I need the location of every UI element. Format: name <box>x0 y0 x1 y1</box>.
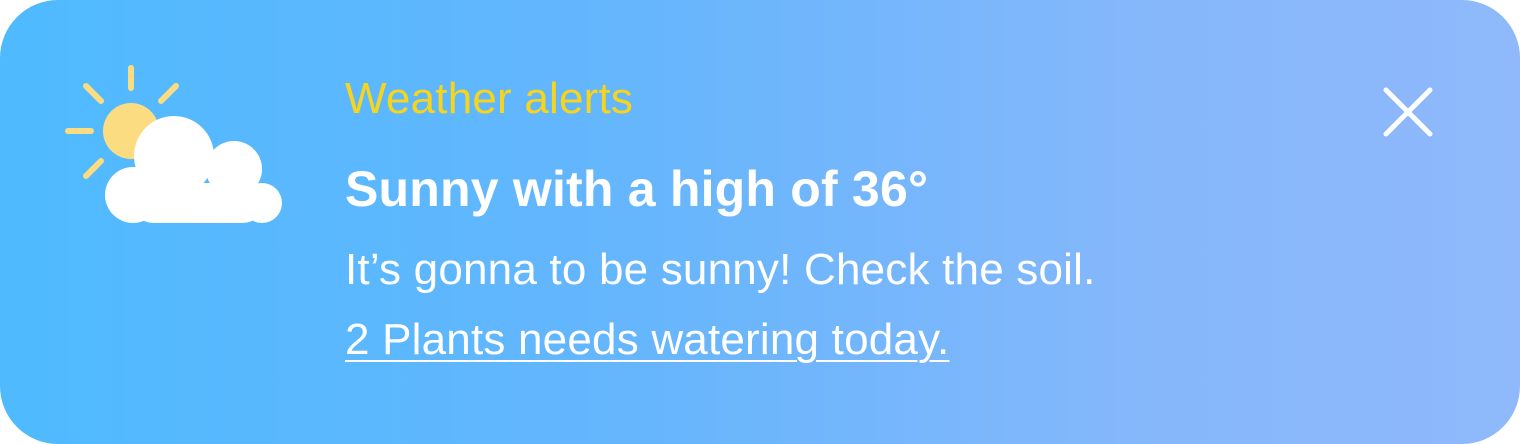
plants-watering-link[interactable]: 2 Plants needs watering today. <box>345 312 949 368</box>
alert-message: It’s gonna to be sunny! Check the soil. <box>345 245 1096 294</box>
alert-category-label: Weather alerts <box>345 74 634 123</box>
notification-content: Weather alerts Sunny with a high of 36° … <box>345 70 1305 368</box>
sun-behind-cloud-icon <box>65 65 282 223</box>
close-icon[interactable] <box>1376 80 1440 144</box>
weather-alert-notification: Weather alerts Sunny with a high of 36° … <box>0 0 1520 444</box>
alert-headline: Sunny with a high of 36° <box>345 161 929 217</box>
